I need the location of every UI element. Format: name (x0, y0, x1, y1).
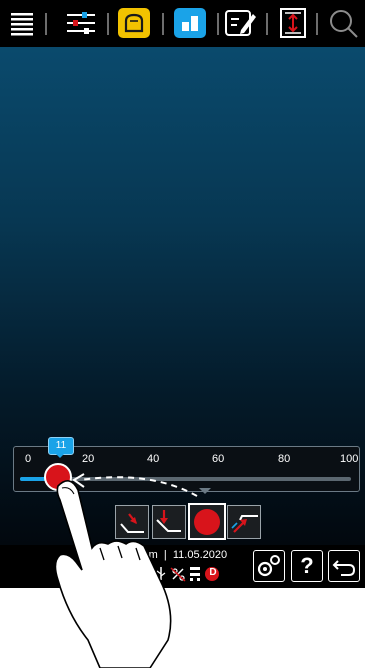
mode-drop-icon (156, 510, 181, 532)
slider-tick-label: 40 (147, 453, 160, 465)
usb-icon (156, 567, 166, 580)
status-divider: | (160, 549, 170, 561)
mode-rise-button[interactable] (227, 505, 261, 539)
mode-record-icon (194, 509, 220, 535)
bubble-tail (55, 453, 65, 458)
toolbar-divider (107, 13, 109, 35)
toolbar-divider (217, 13, 219, 35)
toolbar-divider (162, 13, 164, 35)
slider-tick-label: 100 (340, 453, 359, 465)
toolbar-divider (316, 13, 318, 35)
slider-tick-label: 60 (212, 453, 225, 465)
no-signal-icon (170, 567, 186, 582)
settings-gears-icon (257, 555, 280, 577)
back-arrow-icon (332, 560, 356, 576)
bread-icon[interactable] (116, 6, 152, 40)
help-label: ? (300, 553, 314, 578)
slider-knob[interactable] (44, 463, 72, 491)
search-icon[interactable] (326, 6, 360, 40)
layout-tile-icon[interactable] (172, 6, 208, 40)
mode-fall-button[interactable] (115, 505, 149, 539)
edit-checklist-icon[interactable] (223, 6, 257, 40)
menu-icon[interactable] (8, 6, 36, 40)
status-time: 2:13 pm (118, 549, 158, 561)
mode-fall-icon (120, 513, 144, 533)
device-screen: 0 20 40 60 80 100 11 2:13 pm | 11.05.202… (0, 0, 365, 588)
mode-drop-button[interactable] (152, 505, 186, 539)
slider-tick-label: 20 (82, 453, 95, 465)
back-button[interactable] (328, 550, 360, 582)
network-icon (190, 567, 200, 581)
d-badge-label: D (209, 567, 217, 578)
slider-tick-label: 80 (278, 453, 291, 465)
mode-rise-icon (231, 515, 258, 533)
resize-vertical-icon[interactable] (278, 6, 308, 40)
toolbar-divider (266, 13, 268, 35)
help-button[interactable]: ? (291, 550, 323, 582)
filter-sliders-icon[interactable] (64, 6, 98, 40)
settings-button[interactable] (253, 550, 285, 582)
panel-pointer (199, 488, 211, 494)
mode-record-button[interactable] (188, 503, 226, 540)
status-date: 11.05.2020 (172, 549, 228, 561)
toolbar-divider (45, 13, 47, 35)
slider-tick-label: 0 (25, 453, 32, 465)
status-area: 2:13 pm | 11.05.2020 (118, 549, 227, 561)
